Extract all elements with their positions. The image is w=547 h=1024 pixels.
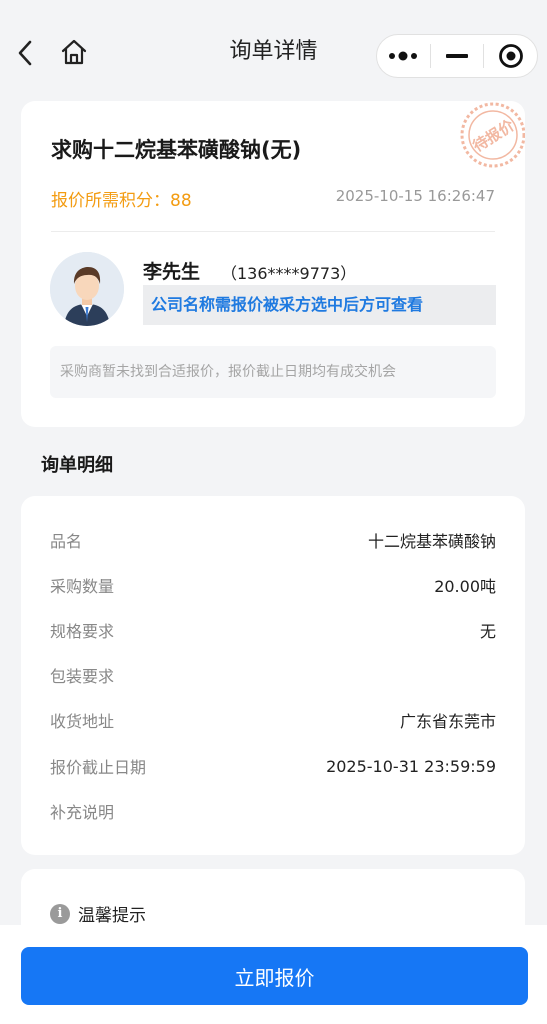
nav-bar: 询单详情: [0, 0, 547, 82]
detail-label: 品名: [50, 532, 83, 551]
user-avatar-icon: [50, 252, 124, 326]
points-value: 88: [170, 191, 192, 211]
inquiry-details-card: 品名 十二烷基苯磺酸钠 采购数量 20.00吨 规格要求 无 包装要求 收货地址…: [21, 496, 525, 855]
section-title: 询单明细: [41, 455, 113, 476]
detail-row-spec: 规格要求 无: [50, 617, 496, 643]
quote-tip: 采购商暂未找到合适报价，报价截止日期均有成交机会: [50, 346, 496, 398]
minimize-icon: [446, 54, 468, 58]
detail-label: 采购数量: [50, 577, 115, 596]
quote-now-button[interactable]: 立即报价: [21, 947, 528, 1005]
detail-row-product: 品名 十二烷基苯磺酸钠: [50, 527, 496, 553]
divider: [51, 231, 495, 232]
tips-title: 温馨提示: [78, 906, 146, 926]
detail-label: 报价截止日期: [50, 758, 147, 777]
inquiry-summary-card: 求购十二烷基苯磺酸钠(无) 待报价 报价所需积分：88 2025-10-15 1…: [21, 101, 525, 427]
target-close-icon: [498, 44, 523, 68]
mini-program-capsule: [376, 34, 538, 78]
detail-label: 补充说明: [50, 803, 115, 822]
bottom-action-bar: 立即报价: [0, 925, 547, 1024]
product-title: 求购十二烷基苯磺酸钠(无): [51, 138, 302, 162]
detail-value: 广东省东莞市: [399, 712, 496, 731]
points-required: 报价所需积分：88: [51, 186, 192, 211]
detail-value: 20.00吨: [434, 577, 496, 596]
detail-value: 无: [479, 622, 496, 641]
detail-row-quantity: 采购数量 20.00吨: [50, 572, 496, 598]
buyer-name: 李先生: [143, 261, 201, 283]
more-button[interactable]: [377, 35, 430, 77]
detail-row-address: 收货地址 广东省东莞市: [50, 707, 496, 733]
detail-label: 包装要求: [50, 667, 115, 686]
publish-time: 2025-10-15 16:26:47: [335, 187, 495, 205]
pending-quote-stamp: 待报价: [460, 102, 525, 168]
company-hidden-note: 公司名称需报价被采方选中后方可查看: [143, 285, 496, 325]
detail-row-notes: 补充说明: [50, 798, 496, 824]
detail-label: 规格要求: [50, 622, 115, 641]
svg-text:待报价: 待报价: [470, 116, 519, 156]
avatar: [50, 252, 124, 326]
detail-label: 收货地址: [50, 712, 115, 731]
close-button[interactable]: [484, 35, 537, 77]
points-label: 报价所需积分：: [51, 191, 170, 211]
detail-row-deadline: 报价截止日期 2025-10-31 23:59:59: [50, 753, 496, 779]
info-icon: i: [50, 903, 70, 924]
buyer-phone: （136****9773）: [221, 264, 357, 283]
tips-header: i 温馨提示: [50, 901, 146, 926]
detail-value: 十二烷基苯磺酸钠: [367, 532, 496, 551]
detail-row-packaging: 包装要求: [50, 662, 496, 688]
more-dots-icon: [389, 51, 418, 61]
minimize-button[interactable]: [431, 35, 484, 77]
detail-value: 2025-10-31 23:59:59: [326, 756, 496, 776]
